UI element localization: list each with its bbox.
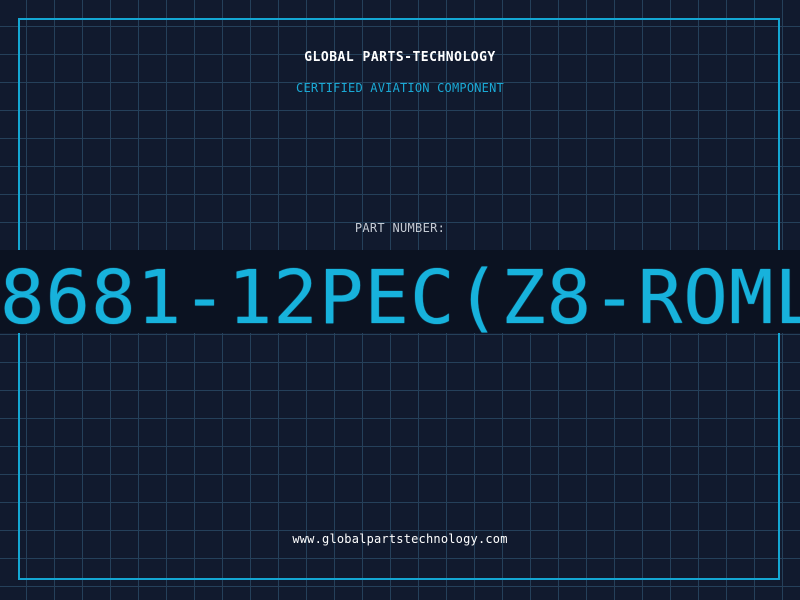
website-url: www.globalpartstechnology.com xyxy=(292,532,508,546)
part-number-band: 8681-12PEC(Z8-ROML xyxy=(0,250,800,333)
certification-subtitle: CERTIFIED AVIATION COMPONENT xyxy=(296,81,504,95)
part-number-value: 8681-12PEC(Z8-ROML xyxy=(0,255,800,333)
part-number-label: PART NUMBER: xyxy=(354,221,446,235)
company-name: GLOBAL PARTS-TECHNOLOGY xyxy=(304,50,496,65)
